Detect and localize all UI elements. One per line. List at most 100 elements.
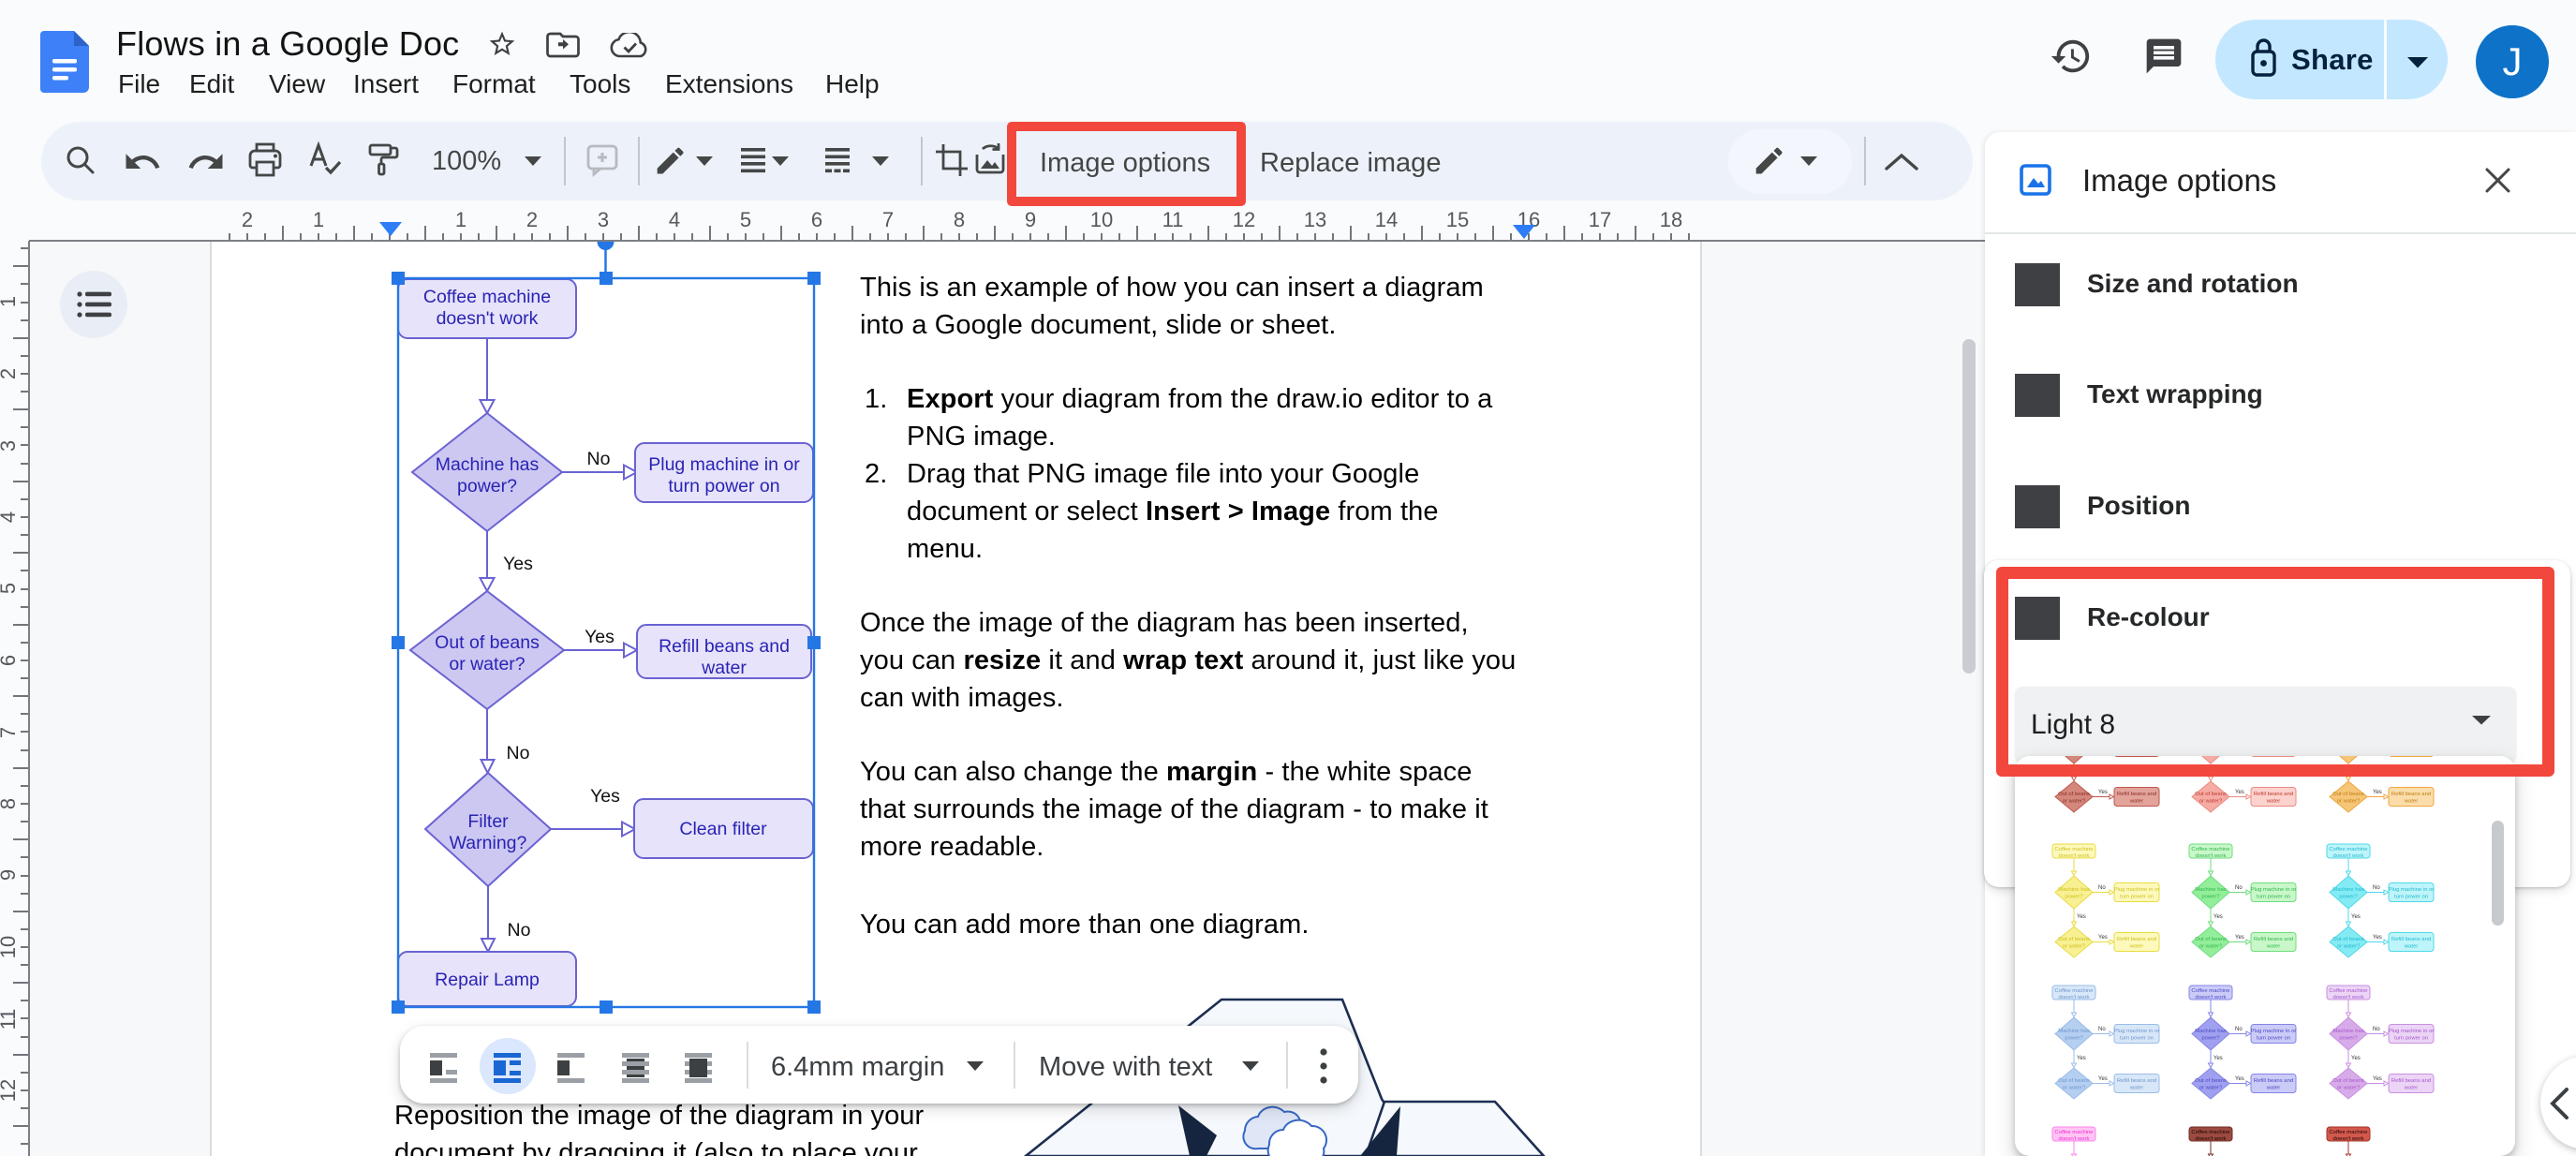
svg-text:water: water [2404,799,2418,805]
svg-text:Machine has: Machine has [2195,1029,2226,1034]
svg-text:Yes: Yes [2235,935,2244,941]
svg-text:Plug machine in or: Plug machine in or [2114,1029,2160,1034]
svg-text:Plug machine in or: Plug machine in or [648,454,800,475]
svg-text:Out of beans: Out of beans [2058,1078,2090,1084]
svg-text:turn power on: turn power on [668,476,779,496]
svg-text:doesn't work: doesn't work [2333,1136,2364,1142]
svg-text:Coffee machine: Coffee machine [2054,1130,2094,1135]
svg-text:Coffee machine: Coffee machine [423,287,551,307]
svg-text:water: water [2266,944,2280,950]
svg-text:water: water [2129,1086,2143,1091]
svg-text:doesn't work: doesn't work [437,308,539,329]
svg-text:Yes: Yes [2098,790,2108,795]
svg-text:Refill beans and: Refill beans and [2117,937,2156,942]
svg-text:doesn't work: doesn't work [2059,1136,2090,1142]
svg-text:Yes: Yes [503,554,533,574]
svg-text:power?: power? [2201,895,2220,900]
svg-text:doesn't work: doesn't work [2059,995,2090,1000]
svg-text:Filter: Filter [467,811,509,832]
svg-text:Refill beans and: Refill beans and [2254,792,2293,797]
svg-text:power?: power? [2065,895,2083,900]
svg-text:Coffee machine: Coffee machine [2329,1130,2368,1135]
svg-text:Coffee machine: Coffee machine [2329,847,2368,852]
svg-text:turn power on: turn power on [2257,1036,2290,1042]
svg-text:No: No [587,449,611,469]
svg-text:Machine has: Machine has [2195,887,2226,893]
svg-text:Refill beans and: Refill beans and [2117,792,2156,797]
svg-text:turn power on: turn power on [2394,1036,2428,1042]
svg-text:turn power on: turn power on [2257,895,2290,900]
svg-text:Yes: Yes [2373,790,2382,795]
svg-text:Out of beans: Out of beans [2058,792,2090,797]
svg-text:or water?: or water? [2063,799,2086,805]
svg-text:or water?: or water? [2199,799,2223,805]
svg-text:turn power on: turn power on [2120,895,2154,900]
svg-text:Refill beans and: Refill beans and [2117,1078,2156,1084]
svg-text:Refill beans and: Refill beans and [2391,792,2431,797]
svg-text:Yes: Yes [2235,790,2244,795]
svg-text:Coffee machine: Coffee machine [2191,847,2230,852]
svg-text:Yes: Yes [585,627,614,647]
svg-text:Plug machine in or: Plug machine in or [2251,887,2297,893]
svg-text:Coffee machine: Coffee machine [2191,988,2230,994]
svg-text:Out of beans: Out of beans [2332,792,2364,797]
svg-text:Plug machine in or: Plug machine in or [2389,887,2435,893]
svg-text:Yes: Yes [2373,935,2382,941]
svg-text:power?: power? [457,476,517,496]
svg-text:water: water [2404,944,2418,950]
svg-text:Refill beans and: Refill beans and [2391,937,2431,942]
svg-text:No: No [507,743,530,763]
svg-text:Plug machine in or: Plug machine in or [2251,1029,2297,1034]
svg-text:Machine has: Machine has [436,454,540,475]
svg-text:or water?: or water? [2199,1086,2223,1091]
svg-text:water: water [2129,799,2143,805]
svg-text:Yes: Yes [2351,914,2361,920]
svg-text:Refill beans and: Refill beans and [659,636,790,657]
svg-text:water: water [2129,944,2143,950]
svg-text:Clean filter: Clean filter [679,819,767,839]
svg-text:Repair Lamp: Repair Lamp [435,970,540,990]
svg-text:Plug machine in or: Plug machine in or [2389,1029,2435,1034]
svg-text:Coffee machine: Coffee machine [2191,1130,2230,1135]
svg-text:Yes: Yes [2098,1076,2108,1082]
svg-text:No: No [2373,885,2380,891]
svg-text:water: water [2266,799,2280,805]
svg-text:turn power on: turn power on [2394,895,2428,900]
svg-text:water: water [2404,1086,2418,1091]
svg-text:Refill beans and: Refill beans and [2254,1078,2293,1084]
svg-text:Yes: Yes [2235,1076,2244,1082]
svg-text:Out of beans: Out of beans [2195,1078,2227,1084]
svg-text:Yes: Yes [2213,914,2223,920]
svg-text:turn power on: turn power on [2120,1036,2154,1042]
svg-text:power?: power? [2201,1036,2220,1042]
svg-text:doesn't work: doesn't work [2196,995,2227,1000]
svg-text:No: No [2098,1027,2106,1032]
svg-text:Out of beans: Out of beans [2332,937,2364,942]
svg-text:Out of beans: Out of beans [2195,937,2227,942]
svg-text:No: No [2235,885,2243,891]
svg-text:Yes: Yes [590,786,620,807]
svg-text:water: water [2266,1086,2280,1091]
svg-text:or water?: or water? [2337,1086,2361,1091]
svg-text:Machine has: Machine has [2058,1029,2089,1034]
svg-text:water: water [701,658,747,678]
svg-text:doesn't work: doesn't work [2333,853,2364,859]
svg-text:No: No [508,920,531,941]
svg-text:doesn't work: doesn't work [2196,853,2227,859]
svg-text:or water?: or water? [2199,944,2223,950]
svg-text:Yes: Yes [2098,935,2108,941]
svg-text:doesn't work: doesn't work [2196,1136,2227,1142]
svg-text:power?: power? [2339,895,2358,900]
svg-text:power?: power? [2339,1036,2358,1042]
svg-text:Yes: Yes [2351,1056,2361,1061]
svg-text:Yes: Yes [2373,1076,2382,1082]
svg-text:Out of beans: Out of beans [435,632,540,653]
svg-text:or water?: or water? [2063,944,2086,950]
svg-text:doesn't work: doesn't work [2333,995,2364,1000]
svg-text:Warning?: Warning? [450,833,527,853]
svg-text:doesn't work: doesn't work [2059,853,2090,859]
svg-text:Yes: Yes [2213,1056,2223,1061]
svg-text:Refill beans and: Refill beans and [2254,937,2293,942]
svg-text:No: No [2098,885,2106,891]
svg-text:or water?: or water? [449,654,525,674]
